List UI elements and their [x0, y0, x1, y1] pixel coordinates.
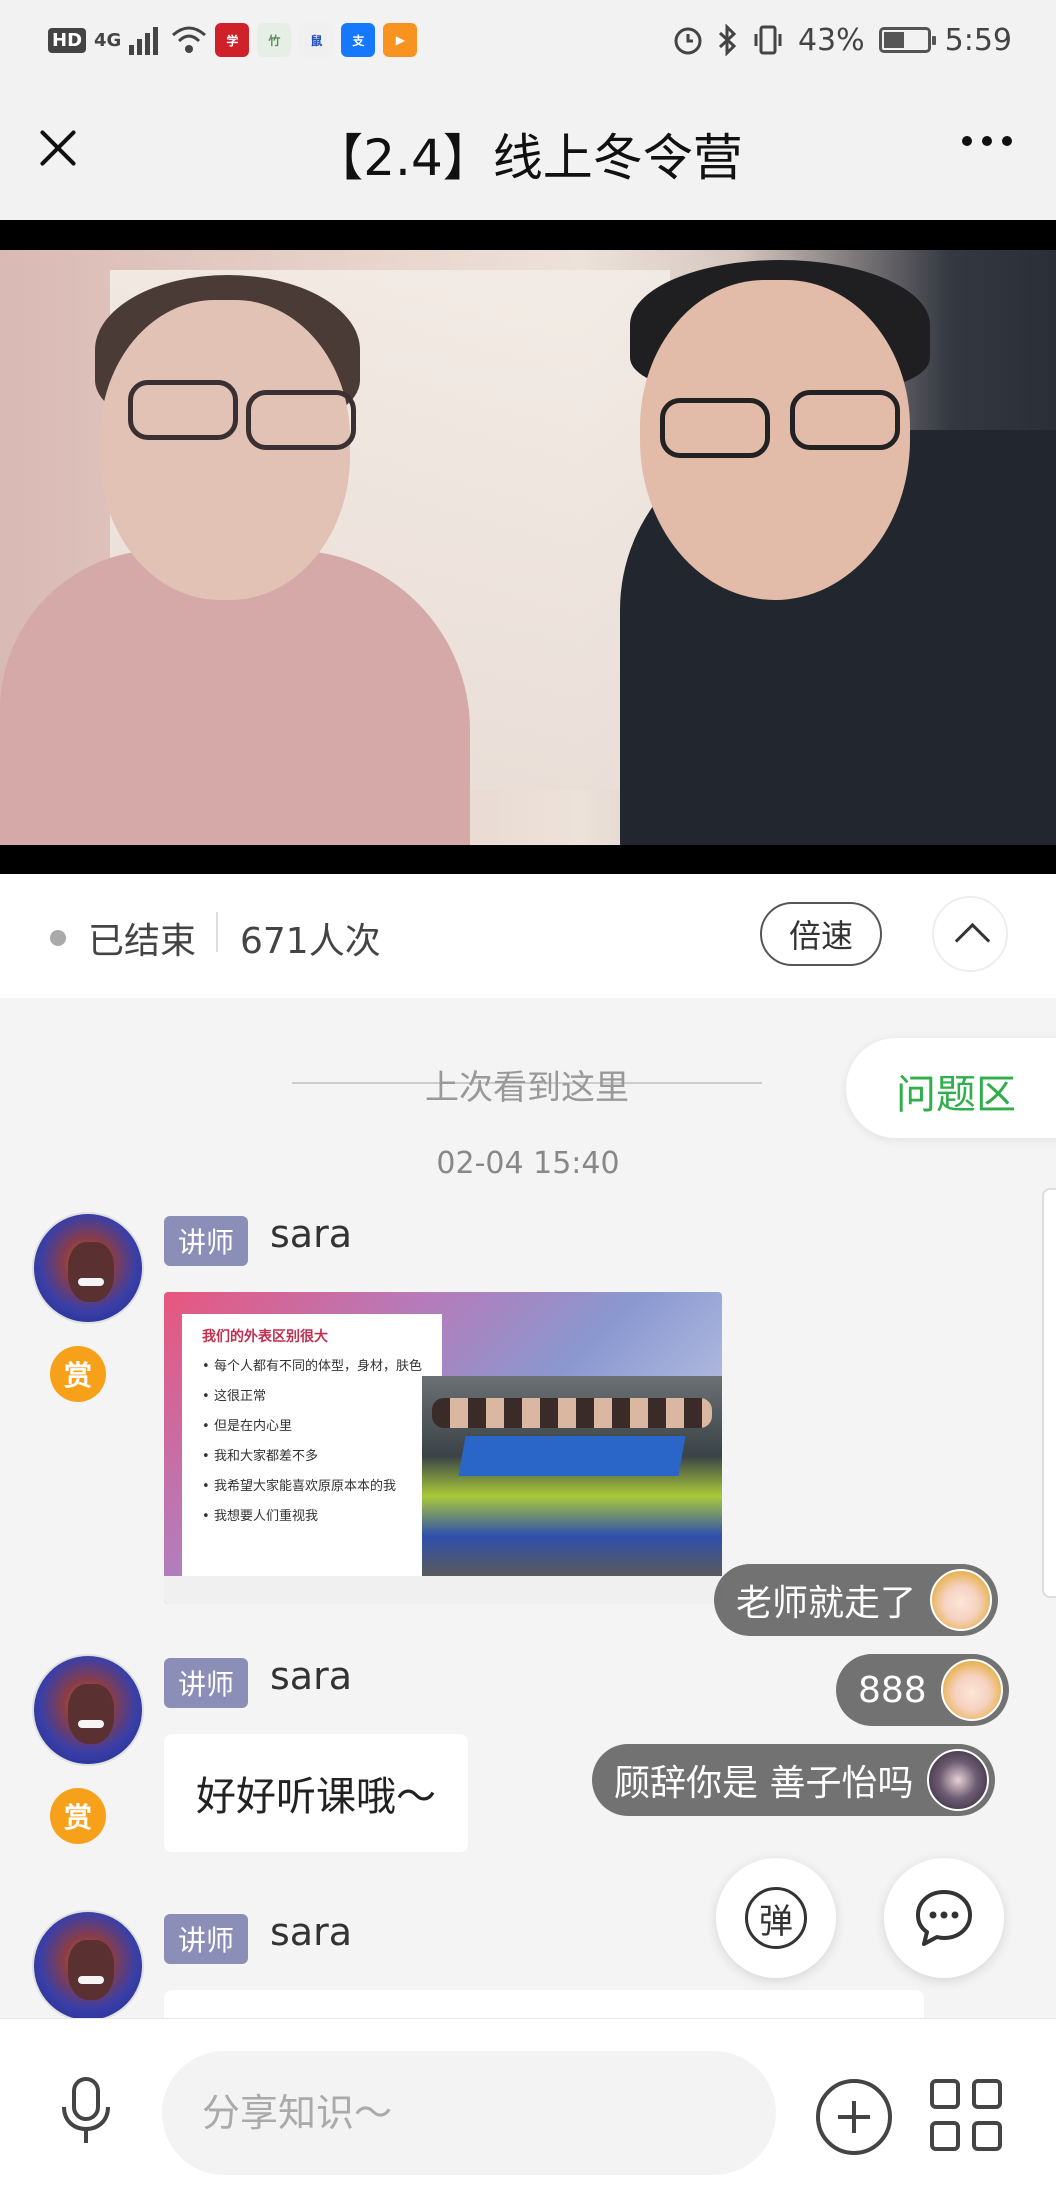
- message-timestamp: 02-04 15:40: [436, 1146, 620, 1181]
- message-bubble[interactable]: 好好听课哦～: [164, 1734, 468, 1852]
- message-bubble[interactable]: [164, 1990, 924, 2018]
- slide-footer: [164, 1576, 722, 1604]
- avatar[interactable]: [32, 1910, 144, 2018]
- glasses-left-2: [246, 390, 356, 450]
- clock: 5:59: [944, 22, 1012, 58]
- slide-bullet: 但是在内心里: [202, 1416, 432, 1438]
- slide-bullet: 每个人都有不同的体型，身材，肤色: [202, 1356, 432, 1378]
- slide-text-card: 我们的外表区别很大 每个人都有不同的体型，身材，肤色 这很正常 但是在内心里 我…: [182, 1314, 442, 1596]
- danmaku-item: 顾辞你是 善子怡吗: [592, 1744, 996, 1816]
- slide-bullet: 我和大家都差不多: [202, 1446, 432, 1468]
- alarm-icon: [674, 27, 702, 55]
- glasses-right-1: [660, 398, 770, 458]
- glasses-left-1: [128, 380, 238, 440]
- input-bar: [0, 2018, 1056, 2190]
- avatar[interactable]: [32, 1654, 144, 1766]
- slide-photo: [422, 1376, 722, 1576]
- slide-bullet: 这很正常: [202, 1386, 432, 1408]
- role-badge: 讲师: [164, 1914, 249, 1964]
- battery-percent: 43%: [797, 22, 865, 58]
- question-area-label: 问题区: [896, 1072, 1016, 1118]
- danmaku-text: 顾辞你是 善子怡吗: [614, 1763, 914, 1804]
- hd-icon: HD: [48, 27, 87, 53]
- page-title: 【2.4】线上冬令营: [313, 129, 743, 187]
- slide-bullet: 我想要人们重视我: [202, 1506, 432, 1528]
- message-input[interactable]: [162, 2051, 776, 2175]
- plus-icon[interactable]: [816, 2079, 892, 2155]
- sender-name: sara: [270, 1212, 352, 1256]
- video-frame[interactable]: [0, 250, 1056, 845]
- app-icon-red: 学: [215, 23, 250, 57]
- glasses-right-2: [790, 390, 900, 450]
- scrollbar[interactable]: [1042, 1188, 1056, 1598]
- avatar[interactable]: [32, 1212, 144, 1324]
- chat-bubble-icon: [916, 1890, 972, 1946]
- danmaku-toggle-button[interactable]: 弹: [716, 1858, 836, 1978]
- battery-icon: [878, 27, 936, 53]
- microphone-icon[interactable]: [60, 2075, 112, 2147]
- app-icon-blue: 鼠: [299, 23, 334, 57]
- avatar: [927, 1749, 990, 1811]
- view-count: 671人次: [240, 921, 381, 962]
- status-dot: [50, 930, 66, 946]
- grid-menu-icon[interactable]: [930, 2079, 1004, 2153]
- sender-name: sara: [270, 1654, 352, 1698]
- question-area-tab[interactable]: 问题区: [846, 1038, 1056, 1138]
- role-badge: 讲师: [164, 1658, 249, 1708]
- nav-bar: 【2.4】线上冬令营: [0, 80, 1056, 220]
- signal-icon: [129, 27, 159, 55]
- chevron-up-icon[interactable]: [932, 896, 1008, 972]
- status-left: HD 4G 学 竹 鼠 支 ▶: [48, 20, 418, 60]
- live-status: 已结束: [88, 921, 197, 962]
- app-icon-orange: ▶: [383, 23, 418, 57]
- slide-heading: 我们的外表区别很大: [202, 1329, 328, 1345]
- danmaku-item: 老师就走了: [714, 1564, 999, 1636]
- reward-button[interactable]: 赏: [50, 1788, 106, 1844]
- network-label: 4G: [94, 29, 122, 51]
- avatar: [930, 1569, 993, 1631]
- danmaku-icon: 弹: [745, 1887, 807, 1949]
- status-bar: HD 4G 学 竹 鼠 支 ▶ 43% 5:59: [0, 0, 1056, 80]
- last-seen-divider: 上次看到这里: [292, 1060, 762, 1108]
- divider: [216, 912, 218, 952]
- wifi-icon: [172, 26, 207, 53]
- chat-area[interactable]: 上次看到这里 02-04 15:40 问题区 赏 讲师 sara 我们的外表区别…: [0, 998, 1056, 2018]
- danmaku-item: 888: [836, 1654, 1009, 1726]
- chat-bubble-button[interactable]: [884, 1858, 1004, 1978]
- message-image[interactable]: 我们的外表区别很大 每个人都有不同的体型，身材，肤色 这很正常 但是在内心里 我…: [164, 1292, 722, 1604]
- bluetooth-icon: [718, 24, 737, 56]
- live-info-bar: 已结束 671人次 倍速: [0, 874, 1056, 998]
- avatar: [940, 1659, 1003, 1721]
- sender-name: sara: [270, 1910, 352, 1954]
- role-badge: 讲师: [164, 1216, 249, 1266]
- app-icon-alipay: 支: [341, 23, 376, 57]
- danmaku-text: 老师就走了: [736, 1583, 917, 1624]
- app-icon-green: 竹: [257, 23, 292, 57]
- status-right: 43% 5:59: [672, 18, 1012, 62]
- danmaku-text: 888: [858, 1669, 927, 1711]
- last-seen-label: 上次看到这里: [425, 1068, 629, 1108]
- reward-button[interactable]: 赏: [50, 1346, 106, 1402]
- vibrate-icon: [754, 25, 782, 55]
- playback-speed-button[interactable]: 倍速: [760, 902, 882, 966]
- slide-bullet: 我希望大家能喜欢原原本本的我: [202, 1476, 432, 1498]
- video-person-left-face: [100, 300, 350, 600]
- more-icon[interactable]: [962, 136, 1012, 146]
- video-player[interactable]: [0, 220, 1056, 874]
